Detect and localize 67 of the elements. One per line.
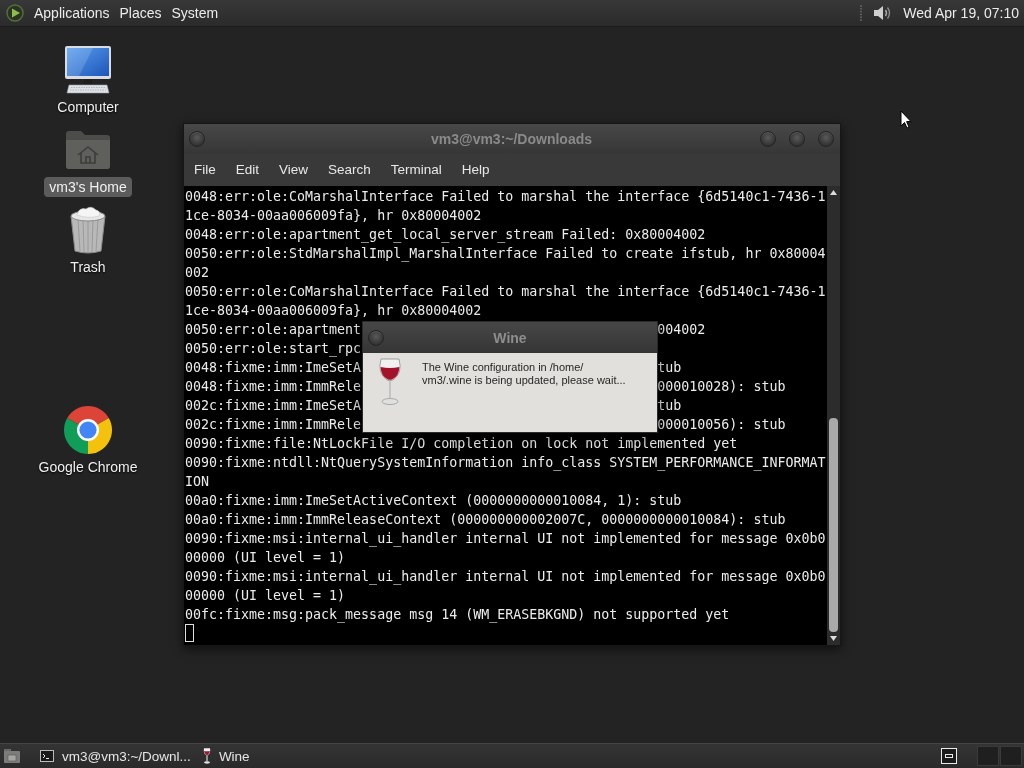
dialog-title: Wine [493, 329, 527, 346]
terminal-line: tub [657, 397, 682, 415]
menu-item[interactable]: Search [318, 160, 381, 180]
speaker-icon[interactable] [872, 3, 893, 23]
terminal-line: 0090:fixme:ntdll:NtQuerySystemInformation info_class SYSTEM_PERFORMANCE_INFORMAT [185, 455, 826, 470]
scrollbar-thumb[interactable] [829, 418, 838, 632]
panel-menu[interactable]: Applications [29, 2, 115, 24]
menu-item[interactable]: Edit [225, 160, 270, 180]
terminal-line: 0090:fixme:msi:internal_ui_handler internal UI not implemented for message 0x0b0 [185, 569, 826, 584]
text-cursor-icon [185, 624, 194, 642]
desktop-icon-label[interactable]: Trash [65, 257, 111, 277]
terminal-line: 0048:fixme:imm:ImeSetA [185, 359, 362, 377]
terminal-line: 0048:fixme:imm:ImmRele [185, 378, 362, 396]
panel-menu[interactable]: System [166, 2, 224, 24]
terminal-line: 004002 [657, 321, 706, 339]
desktop-icon-label[interactable]: Google Chrome [33, 457, 143, 477]
terminal-line: 0048:err:ole:apartment_get_local_server_stream Failed: 0x80004002 [185, 227, 706, 242]
mouse-pointer-icon [900, 110, 912, 129]
trash-icon[interactable] [68, 205, 108, 255]
scrollbar[interactable] [827, 186, 840, 645]
terminal-line: 0090:fixme:msi:internal_ui_handler internal UI not implemented for message 0x0b0 [185, 531, 826, 546]
taskbar-button[interactable]: vm3@vm3:~/Downl... [34, 745, 197, 767]
terminal-line: 00a0:fixme:imm:ImeSetActiveContext (0000000000010084, 1): stub [185, 493, 682, 508]
terminal-line: 002 [185, 265, 210, 280]
scroll-down-arrow-icon[interactable] [830, 636, 837, 641]
terminal-line: 000010028): stub [657, 378, 786, 396]
terminal-line: 0050:err:ole:StdMarshalImpl_MarshalInterface Failed to create ifstub, hr 0x80004 [185, 246, 826, 261]
workspace-tile[interactable] [977, 746, 999, 766]
clock[interactable]: Wed Apr 19, 07:10 [903, 2, 1019, 24]
desktop-icon-label[interactable]: vm3's Home [44, 177, 132, 197]
drag-handle-icon[interactable] [859, 4, 864, 22]
workspace-tile[interactable] [1000, 746, 1022, 766]
circle-logo-icon[interactable] [64, 406, 112, 454]
terminal-line: 00000 (UI level = 1) [185, 550, 346, 565]
terminal-line: 0090:fixme:file:NtLockFile I/O completion on lock not implemented yet [185, 436, 738, 451]
terminal-line: 002c:fixme:imm:ImeSetA [185, 397, 362, 415]
terminal-line: 1ce-8034-00aa006009fa}, hr 0x80004002 [185, 208, 482, 223]
play-circle-icon[interactable] [6, 4, 24, 22]
wine-glass-icon [202, 748, 211, 764]
taskbar-button[interactable]: Wine [196, 745, 256, 767]
terminal-icon [40, 750, 54, 762]
panel-menu[interactable]: Places [114, 2, 167, 24]
menu-item[interactable]: File [184, 160, 226, 180]
terminal-line: 1ce-8034-00aa006009fa}, hr 0x80004002 [185, 303, 482, 318]
computer-icon[interactable] [63, 46, 113, 94]
terminal-line: 0050:err:ole:CoMarshalInterface Failed to marshal the interface {6d5140c1-7436-1 [185, 284, 826, 299]
window-title: vm3@vm3:~/Downloads [430, 131, 593, 147]
terminal-line: 000010056): stub [657, 416, 786, 434]
window-square-icon[interactable] [941, 748, 957, 764]
terminal-line: tub [657, 359, 682, 377]
dialog-message: The Wine configuration in /home/ vm3/.wine is being updated, please wait... [422, 361, 626, 387]
wine-glass-icon [378, 358, 402, 406]
desktop-icon-label[interactable]: Computer [52, 97, 124, 117]
menu-item[interactable]: Help [451, 160, 500, 180]
terminal-line: 002c:fixme:imm:ImmRele [185, 416, 362, 434]
terminal-line: 0050:err:ole:apartment [185, 321, 362, 339]
terminal-line: 0050:err:ole:start_rpc [185, 341, 362, 356]
terminal-line: 0048:err:ole:CoMarshalInterface Failed to marshal the interface {6d5140c1-7436-1 [185, 189, 826, 204]
menu-item[interactable]: View [269, 160, 319, 180]
terminal-line: 00000 (UI level = 1) [185, 588, 346, 603]
folder-icon[interactable] [3, 748, 21, 764]
terminal-line: 00fc:fixme:msg:pack_message msg 14 (WM_ERASEBKGND) not supported yet [185, 607, 730, 622]
scroll-up-arrow-icon[interactable] [830, 190, 837, 195]
terminal-line: ION [185, 474, 210, 489]
menu-item[interactable]: Terminal [380, 160, 452, 180]
terminal-line: 00a0:fixme:imm:ImmReleaseContext (000000000002007C, 0000000000010084): stub [185, 512, 786, 527]
home-folder-icon[interactable] [65, 130, 111, 170]
